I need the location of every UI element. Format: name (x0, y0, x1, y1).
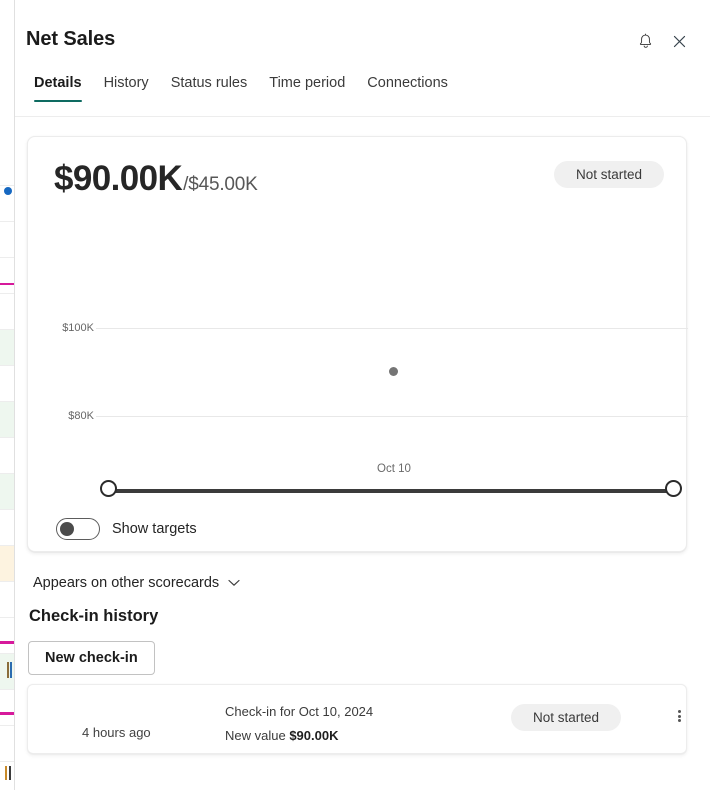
checkin-value-line: New value $90.00K (225, 725, 373, 746)
checkin-history-heading: Check-in history (29, 607, 158, 626)
bg-row (0, 366, 14, 402)
checkin-date-line: Check-in for Oct 10, 2024 (225, 701, 373, 722)
metric-current-value: $90.00K (54, 159, 182, 199)
checkin-value-prefix: New value (225, 728, 289, 743)
bg-row (0, 474, 14, 510)
bg-marker (0, 641, 14, 644)
appears-on-other-scorecards[interactable]: Appears on other scorecards (29, 571, 244, 595)
x-axis-tick-label: Oct 10 (354, 463, 434, 475)
checkin-time-ago: 4 hours ago (82, 725, 151, 740)
bg-row (0, 402, 14, 438)
bg-marker (10, 662, 12, 678)
background-scorecard-sliver (0, 0, 15, 790)
bell-icon (637, 33, 654, 53)
show-targets-row: Show targets (56, 518, 197, 540)
show-targets-toggle[interactable] (56, 518, 100, 540)
tab-bar: Details History Status rules Time period… (23, 74, 459, 102)
status-badge: Not started (554, 161, 664, 188)
more-vertical-icon[interactable] (665, 701, 693, 731)
toggle-knob (60, 522, 74, 536)
date-range-slider[interactable] (96, 480, 686, 502)
metric-value-row: $90.00K /$45.00K (54, 159, 258, 199)
tab-connections[interactable]: Connections (356, 74, 459, 102)
y-axis-tick-label: $80K (48, 410, 94, 422)
gridline (96, 416, 688, 417)
bg-marker (0, 712, 14, 715)
new-checkin-button[interactable]: New check-in (28, 641, 155, 675)
bg-status-dot (4, 187, 12, 195)
bg-row (0, 438, 14, 474)
metric-target-value: /$45.00K (183, 174, 257, 196)
bg-row (0, 222, 14, 258)
bg-marker (7, 662, 9, 678)
y-axis-tick-label: $100K (48, 322, 94, 334)
bg-row (0, 726, 14, 762)
bg-row (0, 546, 14, 582)
panel-header: Net Sales Details History Status rules (15, 0, 710, 117)
tab-time-period[interactable]: Time period (258, 74, 356, 102)
tab-status-rules[interactable]: Status rules (160, 74, 259, 102)
bg-row (0, 618, 14, 654)
notifications-button[interactable] (629, 27, 661, 59)
bg-row (0, 582, 14, 618)
more-dot (678, 710, 681, 713)
bg-marker (9, 766, 11, 780)
bg-row (0, 690, 14, 726)
more-dot (678, 719, 681, 722)
tab-details[interactable]: Details (23, 74, 93, 102)
checkin-detail: Check-in for Oct 10, 2024 New value $90.… (225, 701, 373, 746)
bg-row (0, 510, 14, 546)
chevron-down-icon (228, 579, 240, 587)
checkin-history-row[interactable]: 4 hours ago Check-in for Oct 10, 2024 Ne… (27, 684, 687, 754)
bg-row (0, 330, 14, 366)
metric-card: $90.00K /$45.00K Not started $100K $80K … (27, 136, 687, 552)
bg-row (0, 294, 14, 330)
show-targets-label: Show targets (112, 521, 197, 537)
page-title: Net Sales (26, 28, 115, 51)
checkin-value: $90.00K (289, 728, 338, 743)
appears-on-other-scorecards-label: Appears on other scorecards (33, 575, 219, 591)
close-button[interactable] (663, 27, 695, 59)
checkin-status-badge: Not started (511, 704, 621, 731)
range-start-handle[interactable] (100, 480, 117, 497)
slider-track[interactable] (108, 489, 674, 493)
bg-row (0, 150, 14, 186)
range-end-handle[interactable] (665, 480, 682, 497)
bg-marker (0, 283, 14, 285)
close-icon (672, 34, 687, 52)
chart-data-point (389, 367, 398, 376)
bg-marker (5, 766, 7, 780)
bg-row (0, 258, 14, 294)
more-dot (678, 715, 681, 718)
gridline (96, 328, 688, 329)
details-panel: Net Sales Details History Status rules (14, 0, 710, 790)
tab-history[interactable]: History (93, 74, 160, 102)
